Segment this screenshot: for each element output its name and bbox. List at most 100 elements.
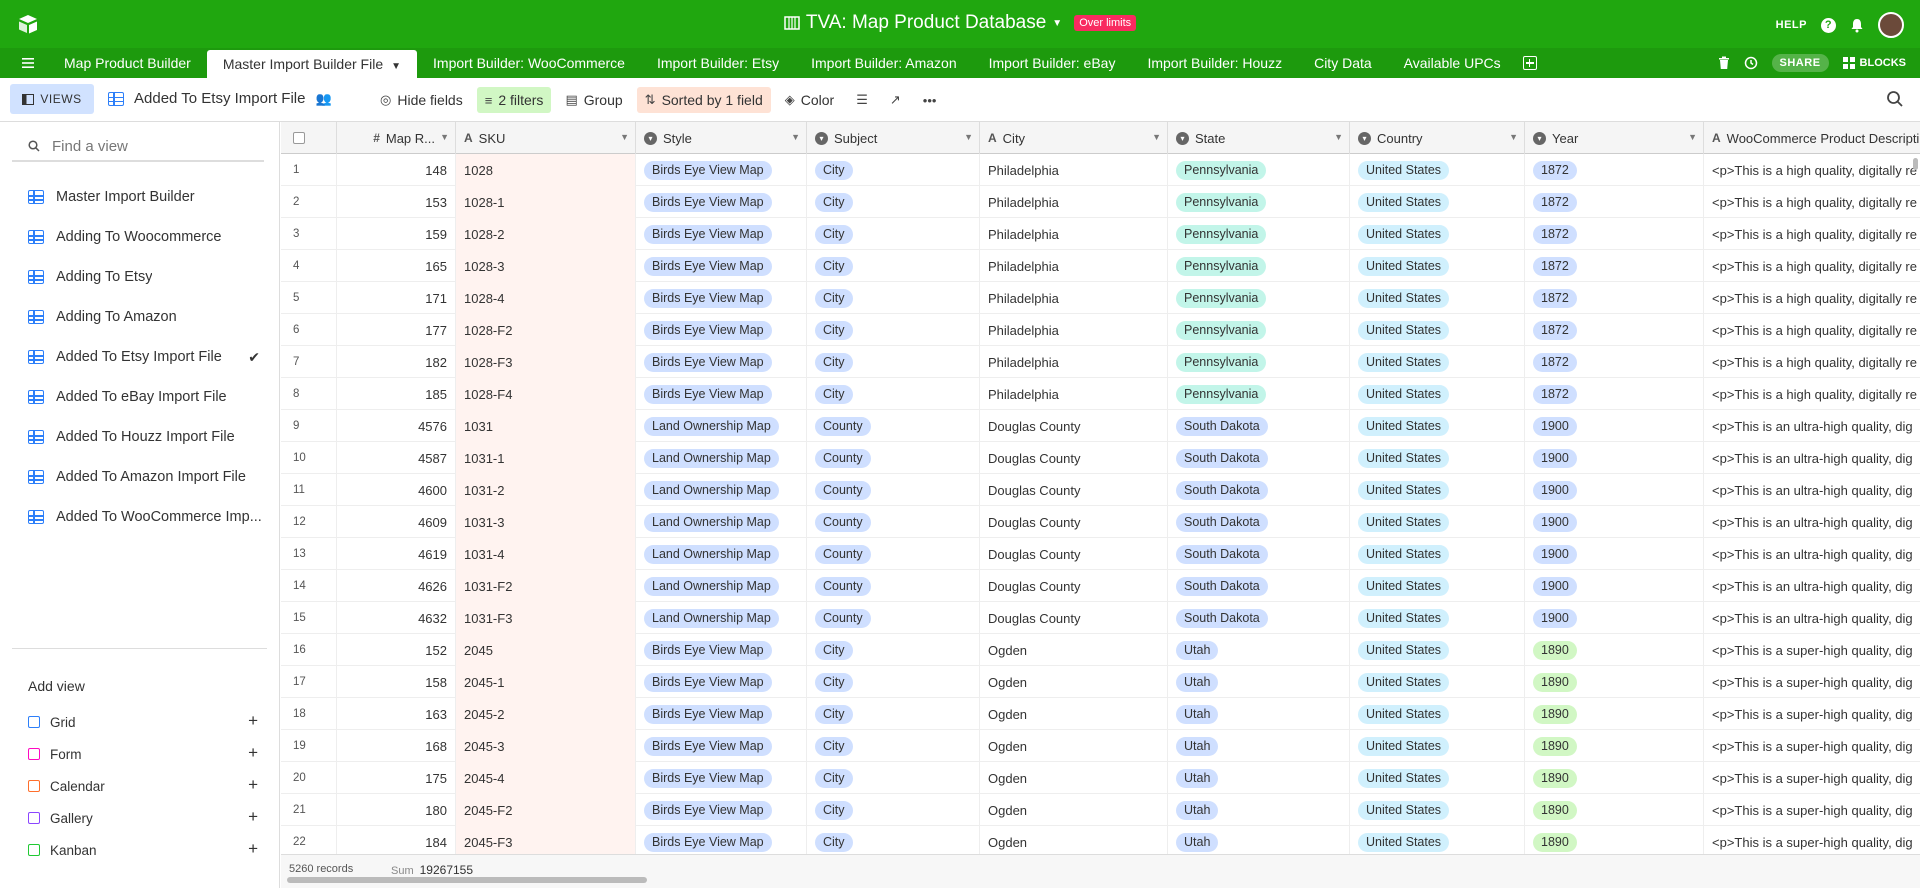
share-view-button[interactable]: ↗ bbox=[882, 87, 909, 113]
cell-year[interactable]: 1900 bbox=[1525, 506, 1704, 538]
cell-country[interactable]: United States bbox=[1350, 730, 1525, 762]
cell-state[interactable]: Utah bbox=[1168, 794, 1350, 826]
help-button[interactable]: HELP bbox=[1776, 19, 1807, 31]
cell-style[interactable]: Land Ownership Map bbox=[636, 506, 807, 538]
cell-style[interactable]: Land Ownership Map bbox=[636, 602, 807, 634]
cell-style[interactable]: Land Ownership Map bbox=[636, 538, 807, 570]
cell-n[interactable]: 4 bbox=[281, 250, 337, 282]
cell-state[interactable]: Utah bbox=[1168, 698, 1350, 730]
cell-n[interactable]: 14 bbox=[281, 570, 337, 602]
cell-country[interactable]: United States bbox=[1350, 666, 1525, 698]
hide-fields-button[interactable]: ◎ Hide fields bbox=[372, 87, 471, 113]
column-header[interactable]: A City ▼ bbox=[980, 122, 1168, 154]
cell-desc[interactable]: <p>This is an ultra-high quality, dig bbox=[1704, 602, 1920, 634]
base-title[interactable]: TVA: Map Product Database bbox=[806, 12, 1046, 34]
table-row[interactable]: 4 165 1028-3 Birds Eye View Map City Philadel… bbox=[281, 250, 1920, 282]
cell-subject[interactable]: City bbox=[807, 218, 980, 250]
cell-country[interactable]: United States bbox=[1350, 570, 1525, 602]
bell-icon[interactable] bbox=[1850, 18, 1864, 33]
cell-city[interactable]: Douglas County bbox=[980, 410, 1168, 442]
cell-city[interactable]: Philadelphia bbox=[980, 186, 1168, 218]
cell-state[interactable]: Pennsylvania bbox=[1168, 154, 1350, 186]
cell-map[interactable]: 4626 bbox=[337, 570, 456, 602]
cell-subject[interactable]: City bbox=[807, 698, 980, 730]
cell-n[interactable]: 5 bbox=[281, 282, 337, 314]
column-header[interactable]: A SKU ▼ bbox=[456, 122, 636, 154]
cell-sku[interactable]: 2045-3 bbox=[456, 730, 636, 762]
sum-summary[interactable]: Sum 19267155 bbox=[391, 863, 473, 877]
cell-year[interactable]: 1890 bbox=[1525, 826, 1704, 854]
chevron-down-icon[interactable]: ▼ bbox=[620, 132, 629, 142]
cell-map[interactable]: 148 bbox=[337, 154, 456, 186]
cell-desc[interactable]: <p>This is a super-high quality, dig bbox=[1704, 762, 1920, 794]
cell-map[interactable]: 4600 bbox=[337, 474, 456, 506]
cell-state[interactable]: Pennsylvania bbox=[1168, 378, 1350, 410]
group-button[interactable]: ▤ Group bbox=[557, 87, 630, 113]
cell-sku[interactable]: 1028-2 bbox=[456, 218, 636, 250]
table-row[interactable]: 21 180 2045-F2 Birds Eye View Map City Ogden U… bbox=[281, 794, 1920, 826]
cell-year[interactable]: 1890 bbox=[1525, 762, 1704, 794]
cell-style[interactable]: Birds Eye View Map bbox=[636, 826, 807, 854]
cell-state[interactable]: Pennsylvania bbox=[1168, 314, 1350, 346]
cell-n[interactable]: 7 bbox=[281, 346, 337, 378]
cell-state[interactable]: Pennsylvania bbox=[1168, 282, 1350, 314]
cell-state[interactable]: Pennsylvania bbox=[1168, 346, 1350, 378]
cell-country[interactable]: United States bbox=[1350, 218, 1525, 250]
cell-state[interactable]: South Dakota bbox=[1168, 474, 1350, 506]
cell-n[interactable]: 17 bbox=[281, 666, 337, 698]
cell-country[interactable]: United States bbox=[1350, 506, 1525, 538]
row-height-button[interactable]: ☰ bbox=[848, 87, 876, 113]
cell-style[interactable]: Land Ownership Map bbox=[636, 442, 807, 474]
tab-import-builder-amazon[interactable]: Import Builder: Amazon bbox=[795, 48, 973, 78]
find-view-input[interactable] bbox=[52, 137, 242, 155]
cell-city[interactable]: Philadelphia bbox=[980, 378, 1168, 410]
cell-state[interactable]: South Dakota bbox=[1168, 506, 1350, 538]
filter-button[interactable]: ≡ 2 filters bbox=[476, 87, 552, 113]
cell-subject[interactable]: County bbox=[807, 442, 980, 474]
cell-desc[interactable]: <p>This is a super-high quality, dig bbox=[1704, 730, 1920, 762]
cell-map[interactable]: 152 bbox=[337, 634, 456, 666]
tab-map-product-builder[interactable]: Map Product Builder bbox=[48, 48, 207, 78]
cell-sku[interactable]: 1031-F3 bbox=[456, 602, 636, 634]
table-row[interactable]: 15 4632 1031-F3 Land Ownership Map County Dou… bbox=[281, 602, 1920, 634]
cell-year[interactable]: 1890 bbox=[1525, 730, 1704, 762]
cell-desc[interactable]: <p>This is a super-high quality, dig bbox=[1704, 826, 1920, 854]
cell-city[interactable]: Philadelphia bbox=[980, 218, 1168, 250]
collaborators-icon[interactable]: 👥 bbox=[315, 91, 331, 107]
cell-sku[interactable]: 1028-4 bbox=[456, 282, 636, 314]
cell-city[interactable]: Ogden bbox=[980, 698, 1168, 730]
plus-icon[interactable]: + bbox=[248, 839, 258, 859]
cell-sku[interactable]: 1031-F2 bbox=[456, 570, 636, 602]
table-row[interactable]: 7 182 1028-F3 Birds Eye View Map City Philade… bbox=[281, 346, 1920, 378]
cell-style[interactable]: Birds Eye View Map bbox=[636, 186, 807, 218]
cell-n[interactable]: 20 bbox=[281, 762, 337, 794]
tab-city-data[interactable]: City Data bbox=[1298, 48, 1388, 78]
table-row[interactable]: 18 163 2045-2 Birds Eye View Map City Ogden Ut… bbox=[281, 698, 1920, 730]
cell-desc[interactable]: <p>This is a super-high quality, dig bbox=[1704, 698, 1920, 730]
table-row[interactable]: 8 185 1028-F4 Birds Eye View Map City Philade… bbox=[281, 378, 1920, 410]
cell-desc[interactable]: <p>This is a super-high quality, dig bbox=[1704, 666, 1920, 698]
cell-city[interactable]: Douglas County bbox=[980, 474, 1168, 506]
column-header[interactable]: ▾ Style ▼ bbox=[636, 122, 807, 154]
cell-map[interactable]: 184 bbox=[337, 826, 456, 854]
tab-master-import-builder-file[interactable]: Master Import Builder File ▼ bbox=[206, 50, 418, 78]
cell-year[interactable]: 1900 bbox=[1525, 538, 1704, 570]
chevron-down-icon[interactable]: ▼ bbox=[1052, 18, 1062, 29]
cell-sku[interactable]: 1028-F2 bbox=[456, 314, 636, 346]
cell-n[interactable]: 15 bbox=[281, 602, 337, 634]
cell-state[interactable]: South Dakota bbox=[1168, 538, 1350, 570]
cell-map[interactable]: 4609 bbox=[337, 506, 456, 538]
cell-city[interactable]: Douglas County bbox=[980, 570, 1168, 602]
table-row[interactable]: 11 4600 1031-2 Land Ownership Map County Doug… bbox=[281, 474, 1920, 506]
cell-style[interactable]: Birds Eye View Map bbox=[636, 218, 807, 250]
cell-map[interactable]: 153 bbox=[337, 186, 456, 218]
cell-subject[interactable]: City bbox=[807, 378, 980, 410]
cell-subject[interactable]: City bbox=[807, 794, 980, 826]
cell-year[interactable]: 1900 bbox=[1525, 570, 1704, 602]
cell-subject[interactable]: City bbox=[807, 314, 980, 346]
share-button[interactable]: SHARE bbox=[1771, 54, 1829, 72]
cell-style[interactable]: Birds Eye View Map bbox=[636, 698, 807, 730]
cell-state[interactable]: South Dakota bbox=[1168, 410, 1350, 442]
plus-icon[interactable]: + bbox=[248, 711, 258, 731]
chevron-down-icon[interactable]: ▼ bbox=[440, 132, 449, 142]
